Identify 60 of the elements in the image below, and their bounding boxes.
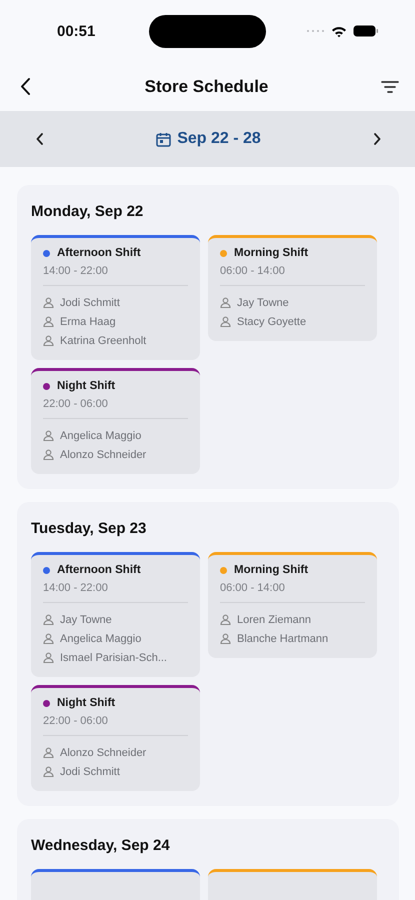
person-icon (43, 430, 54, 441)
person-icon (43, 633, 54, 644)
staff-name: Stacy Goyette (237, 316, 306, 328)
calendar-icon (156, 132, 172, 146)
shift-name: Afternoon Shift (57, 564, 141, 576)
person-icon (43, 449, 54, 460)
staff-name: Alonzo Schneider (60, 448, 146, 460)
day-title: Monday, Sep 22 (31, 203, 144, 220)
person-icon (220, 633, 231, 644)
shift-name: Night Shift (57, 697, 116, 709)
chevron-left-icon (36, 133, 44, 145)
person-icon (220, 316, 231, 327)
battery-icon (353, 25, 379, 37)
day-title: Wednesday, Sep 24 (31, 837, 171, 854)
week-range[interactable]: Sep 22 - 28 (177, 130, 261, 148)
person-icon (220, 614, 231, 625)
filter-icon (380, 80, 399, 94)
shift-name: Night Shift (57, 380, 116, 392)
person-icon (43, 652, 54, 663)
person-icon (43, 335, 54, 346)
staff-name: Katrina Greenholt (60, 334, 146, 346)
day-title: Tuesday, Sep 23 (31, 520, 148, 537)
person-icon (43, 316, 54, 327)
shift-time: 06:00 - 14:00 (220, 582, 286, 594)
shift-time: 22:00 - 06:00 (43, 715, 109, 727)
shift-card[interactable]: Afternoon Shift 14:00 - 22:00 Jay Towne Angelica Maggio Ismael Parisian-Sch... (31, 552, 200, 677)
shift-card[interactable]: Night Shift 22:00 - 06:00 Angelica Maggio Alonzo Schneider (31, 368, 200, 474)
person-icon (43, 614, 54, 625)
signal-icon (306, 28, 325, 34)
page-title: Store Schedule (144, 76, 268, 96)
staff-name: Angelica Maggio (60, 430, 142, 442)
shift-name: Morning Shift (234, 564, 308, 576)
staff-name: Jay Towne (237, 296, 289, 308)
shift-time: 14:00 - 22:00 (43, 265, 109, 277)
staff-name: Blanche Hartmann (237, 632, 328, 644)
shift-time: 14:00 - 22:00 (43, 582, 109, 594)
staff-name: Angelica Maggio (60, 632, 142, 644)
staff-name: Jodi Schmitt (60, 766, 120, 778)
staff-name: Alonzo Schneider (60, 746, 146, 758)
staff-name: Jodi Schmitt (60, 296, 120, 308)
person-icon (220, 297, 231, 308)
status-time: 00:51 (57, 22, 96, 40)
shift-name: Afternoon Shift (57, 247, 141, 259)
wifi-icon (331, 24, 347, 38)
shift-time: 06:00 - 14:00 (220, 265, 286, 277)
shift-card[interactable]: Night Shift 22:00 - 06:00 Alonzo Schneider Jodi Schmitt (31, 685, 200, 791)
person-icon (43, 747, 54, 758)
back-icon (20, 77, 32, 96)
shift-card[interactable]: Morning Shift 06:00 - 14:00 Jay Towne Stacy Goyette (208, 235, 377, 341)
shift-card[interactable]: Afternoon Shift 14:00 - 22:00 Jodi Schmitt Erma Haag Katrina Greenholt (31, 235, 200, 360)
shift-card[interactable]: Morning Shift 06:00 - 14:00 Loren Ziemann Blanche Hartmann (208, 552, 377, 658)
staff-name: Ismael Parisian-Sch... (60, 652, 167, 664)
shift-name: Morning Shift (234, 247, 308, 259)
person-icon (43, 766, 54, 777)
person-icon (43, 297, 54, 308)
shift-time: 22:00 - 06:00 (43, 398, 109, 410)
staff-name: Loren Ziemann (237, 614, 311, 626)
staff-name: Erma Haag (60, 316, 116, 328)
chevron-right-icon (372, 133, 381, 145)
staff-name: Jay Towne (60, 614, 112, 626)
